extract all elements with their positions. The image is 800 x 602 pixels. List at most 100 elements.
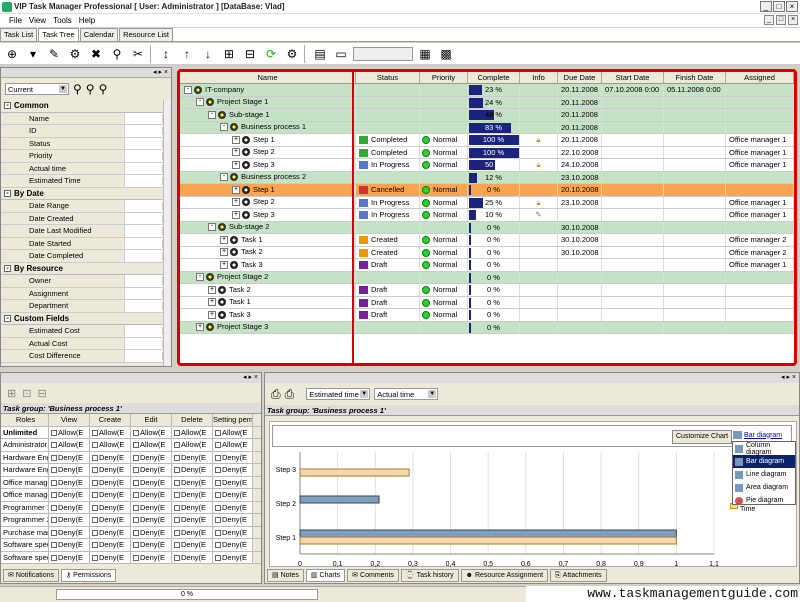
table-row[interactable]: + Task 1 Draft Normal 0 % bbox=[180, 296, 794, 309]
checkbox-icon[interactable] bbox=[133, 542, 139, 549]
permission-cell[interactable]: Deny(E bbox=[213, 526, 253, 538]
columns-icon[interactable]: ▤ bbox=[311, 45, 329, 63]
delete-task-icon[interactable]: ✖ bbox=[87, 45, 105, 63]
col-name[interactable]: Name bbox=[180, 72, 356, 83]
move-down-icon[interactable]: ↓ bbox=[199, 45, 217, 63]
checkbox-icon[interactable] bbox=[215, 429, 221, 436]
checkbox-icon[interactable] bbox=[133, 492, 139, 499]
permission-cell[interactable]: Deny(E bbox=[172, 539, 213, 551]
col-priority[interactable]: Priority bbox=[420, 72, 468, 83]
cut-icon[interactable]: ✂ bbox=[129, 45, 147, 63]
permission-cell[interactable]: Deny(E bbox=[131, 526, 172, 538]
col-roles[interactable]: Roles bbox=[1, 414, 49, 426]
task-properties-icon[interactable]: ⚙ bbox=[66, 45, 84, 63]
checkbox-icon[interactable] bbox=[174, 454, 180, 461]
permission-cell[interactable]: Deny(E bbox=[172, 501, 213, 513]
add-permission-icon[interactable]: ⊞ bbox=[7, 387, 16, 400]
checkbox-icon[interactable] bbox=[92, 529, 98, 536]
checkbox-icon[interactable] bbox=[92, 542, 98, 549]
permission-cell[interactable]: Deny(E bbox=[213, 476, 253, 488]
filter-apply-icon[interactable]: ⚲ bbox=[73, 82, 82, 96]
filter-add-icon[interactable]: ⚲ bbox=[86, 82, 95, 96]
tab-task-history[interactable]: ⌚ Task history bbox=[400, 569, 459, 582]
permission-cell[interactable]: Deny(E bbox=[90, 514, 131, 526]
expand-tree-icon[interactable]: ⊞ bbox=[220, 45, 238, 63]
collapse-icon[interactable]: - bbox=[220, 173, 228, 182]
permission-cell[interactable]: Deny(E bbox=[213, 451, 253, 463]
permission-cell[interactable]: Deny(E bbox=[49, 551, 90, 563]
checkbox-icon[interactable] bbox=[133, 442, 139, 449]
col-assigned[interactable]: Assigned bbox=[726, 72, 794, 83]
checkbox-icon[interactable] bbox=[215, 504, 221, 511]
filter-preset-combo[interactable]: Current ▼ bbox=[5, 83, 69, 95]
checkbox-icon[interactable] bbox=[133, 467, 139, 474]
permission-cell[interactable]: Deny(E bbox=[213, 514, 253, 526]
permission-cell[interactable]: Deny(E bbox=[90, 501, 131, 513]
permission-cell[interactable]: Deny(E bbox=[131, 489, 172, 501]
expand-icon[interactable]: + bbox=[220, 235, 228, 244]
permission-row[interactable]: Administrator Allow(E Allow(E Allow(E Allow(… bbox=[1, 439, 261, 452]
menu-help[interactable]: Help bbox=[79, 16, 95, 25]
table-row[interactable]: + Task 2 Created Normal 0 % 30.10.2008 O… bbox=[180, 246, 794, 259]
collapse-icon[interactable]: - bbox=[4, 189, 11, 197]
collapse-icon[interactable]: - bbox=[196, 273, 204, 282]
checkbox-icon[interactable] bbox=[133, 429, 139, 436]
expand-icon[interactable]: + bbox=[232, 148, 240, 157]
permission-row[interactable]: Programmer 1 Deny(E Deny(E Deny(E Deny(E Deny… bbox=[1, 501, 261, 514]
checkbox-icon[interactable] bbox=[174, 504, 180, 511]
checkbox-icon[interactable] bbox=[215, 517, 221, 524]
series1-combo[interactable]: Estimated time ▼ bbox=[306, 388, 371, 400]
page-icon[interactable]: ▭ bbox=[332, 45, 350, 63]
permission-cell[interactable]: Deny(E bbox=[49, 501, 90, 513]
checkbox-icon[interactable] bbox=[133, 554, 139, 561]
permission-cell[interactable]: Deny(E bbox=[172, 451, 213, 463]
permission-cell[interactable]: Deny(E bbox=[131, 476, 172, 488]
checkbox-icon[interactable] bbox=[51, 542, 57, 549]
permission-cell[interactable]: Deny(E bbox=[131, 501, 172, 513]
permission-cell[interactable]: Allow(E bbox=[90, 439, 131, 451]
tab-task-tree[interactable]: Task Tree bbox=[38, 28, 79, 41]
tab-attachments[interactable]: ⎘ Attachments bbox=[550, 569, 607, 582]
checkbox-icon[interactable] bbox=[174, 529, 180, 536]
expand-icon[interactable]: + bbox=[232, 160, 240, 169]
table-row[interactable]: - Sub-stage 1 48 % 20.11.2008 bbox=[180, 109, 794, 122]
table-row[interactable]: - Project Stage 2 0 % bbox=[180, 271, 794, 284]
permission-cell[interactable]: Allow(E bbox=[213, 426, 253, 438]
refresh-icon[interactable]: ⟳ bbox=[262, 45, 280, 63]
permission-row[interactable]: Office manage Deny(E Deny(E Deny(E Deny(E Den… bbox=[1, 476, 261, 489]
permission-cell[interactable]: Deny(E bbox=[49, 476, 90, 488]
col-create[interactable]: Create bbox=[90, 414, 131, 426]
collapse-icon[interactable]: - bbox=[4, 102, 11, 110]
permission-cell[interactable]: Allow(E bbox=[90, 426, 131, 438]
expand-icon[interactable]: + bbox=[208, 285, 216, 294]
move-up-icon[interactable]: ↑ bbox=[178, 45, 196, 63]
menu-view[interactable]: View bbox=[29, 16, 46, 25]
permission-cell[interactable]: Allow(E bbox=[213, 439, 253, 451]
table-row[interactable]: - Business process 1 83 % 20.11.2008 bbox=[180, 121, 794, 134]
panel-controls-icon[interactable]: ◂ ▸ × bbox=[243, 373, 258, 381]
checkbox-icon[interactable] bbox=[133, 504, 139, 511]
tab-charts[interactable]: ▥ Charts bbox=[305, 569, 346, 582]
delete-permission-icon[interactable]: ⊟ bbox=[37, 387, 46, 400]
col-finish-date[interactable]: Finish Date bbox=[664, 72, 726, 83]
permission-cell[interactable]: Allow(E bbox=[131, 439, 172, 451]
col-complete[interactable]: Complete bbox=[468, 72, 520, 83]
table-row[interactable]: - Sub-stage 2 0 % 30.10.2008 bbox=[180, 221, 794, 234]
permission-row[interactable]: Unlimited Allow(E Allow(E Allow(E Allow(E All… bbox=[1, 426, 261, 439]
table-row[interactable]: + Step 1 Completed Normal 100 % 🔒︎ 20.11… bbox=[180, 134, 794, 147]
minimize-button[interactable]: _ bbox=[760, 1, 772, 12]
permission-cell[interactable]: Deny(E bbox=[213, 489, 253, 501]
col-due-date[interactable]: Due Date bbox=[558, 72, 602, 83]
mdi-close-button[interactable]: × bbox=[788, 15, 798, 25]
menu-line-diagram[interactable]: Line diagram bbox=[733, 468, 795, 481]
dropdown-arrow-icon[interactable]: ▾ bbox=[24, 45, 42, 63]
permission-cell[interactable]: Deny(E bbox=[90, 476, 131, 488]
col-start-date[interactable]: Start Date bbox=[602, 72, 664, 83]
checkbox-icon[interactable] bbox=[174, 467, 180, 474]
checkbox-icon[interactable] bbox=[133, 479, 139, 486]
table-row[interactable]: + Step 1 Cancelled Normal 0 % 20.10.2008 bbox=[180, 184, 794, 197]
checkbox-icon[interactable] bbox=[51, 479, 57, 486]
collapse-icon[interactable]: - bbox=[220, 123, 228, 132]
tab-resource-list[interactable]: Resource List bbox=[119, 28, 173, 41]
tab-notifications[interactable]: ✉ Notifications bbox=[3, 569, 60, 582]
